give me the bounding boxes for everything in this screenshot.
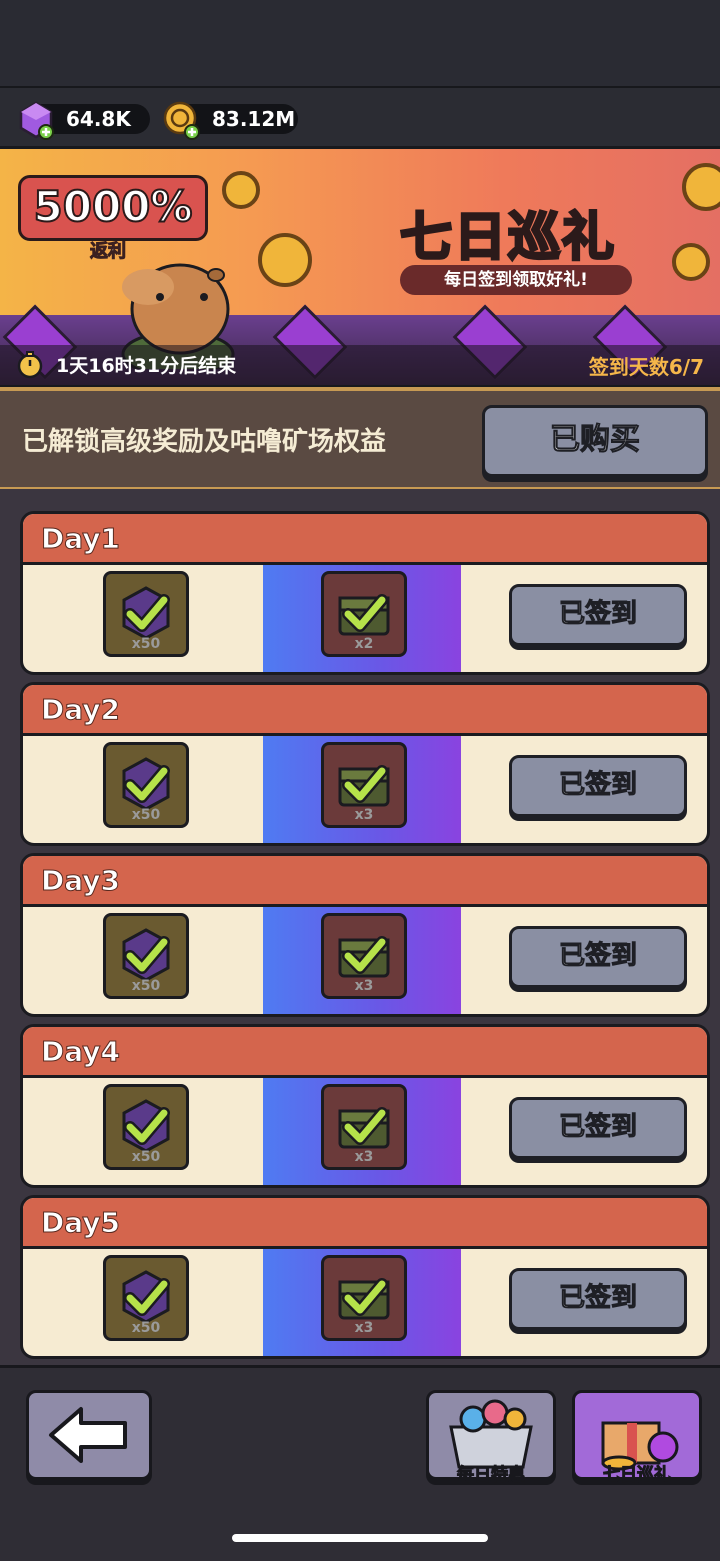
coin-decoration [258,233,312,287]
day-header: Day5 [23,1198,707,1249]
day-header: Day4 [23,1027,707,1078]
premium-reward-slot[interactable]: x3 [321,913,407,999]
day-label: Day3 [40,864,121,898]
back-arrow-icon [49,1407,127,1463]
reward-quantity: x3 [354,978,374,994]
seven-day-label: 七日巡礼 [603,1465,672,1486]
daily-deal-label: 每日特惠 [457,1465,526,1486]
reward-quantity: x3 [354,1320,374,1336]
day-header: Day2 [23,685,707,736]
unlock-text: 已解锁高级奖励及咕噜矿场权益 [22,427,387,457]
bottom-nav-bar: 每日特惠 七日巡礼 [0,1365,720,1561]
day-header: Day1 [23,514,707,565]
day-label: Day1 [40,522,121,556]
timer-row: 1天16时31分后结束 签到天数6/7 [0,345,720,385]
gem-amount: 64.8K [66,107,131,131]
reward-quantity: x50 [131,1320,161,1336]
bonus-badge: 5000% [18,175,208,241]
free-reward-slot[interactable]: x50 [103,742,189,828]
gem-icon [19,101,54,140]
event-title: 七日巡礼 [398,207,617,270]
coin-decoration [672,243,710,281]
seven-day-button[interactable]: 七日巡礼 [572,1390,702,1486]
reward-quantity: x3 [354,1149,374,1165]
day-label: Day5 [40,1206,121,1240]
home-indicator[interactable] [232,1534,488,1542]
event-banner: 5000% 返利 七日巡礼 每日签到领取好礼! 1天16时31分后结束 签到天数… [0,146,720,388]
day-label: Day2 [40,693,121,727]
status-area [0,0,720,86]
reward-quantity: x50 [131,807,161,823]
free-reward-slot[interactable]: x50 [103,1255,189,1341]
coin-decoration [222,171,260,209]
back-button[interactable] [26,1390,152,1480]
signed-in-button[interactable]: 已签到 [509,926,687,988]
signed-in-button[interactable]: 已签到 [509,584,687,646]
coin-icon [163,101,200,140]
daily-deal-button[interactable]: 每日特惠 [426,1390,556,1486]
signin-days-counter: 签到天数6/7 [588,355,704,379]
gem-counter[interactable]: 64.8K [19,101,150,140]
purchased-button[interactable]: 已购买 [482,405,708,477]
reward-quantity: x2 [354,636,374,652]
reward-quantity: x3 [354,807,374,823]
free-reward-slot[interactable]: x50 [103,571,189,657]
signed-in-button[interactable]: 已签到 [509,1097,687,1159]
premium-reward-slot[interactable]: x3 [321,1084,407,1170]
premium-reward-slot[interactable]: x2 [321,571,407,657]
day-card: Day3 x50 x3 已签到 [20,853,710,1017]
coin-counter[interactable]: 83.12M [163,101,298,140]
stopwatch-icon [17,351,43,379]
premium-reward-slot[interactable]: x3 [321,742,407,828]
timer-text: 1天16时31分后结束 [56,355,237,377]
coin-amount: 83.12M [212,107,296,131]
premium-reward-slot[interactable]: x3 [321,1255,407,1341]
reward-quantity: x50 [131,636,161,652]
day-label: Day4 [40,1035,121,1069]
unlock-row: 已解锁高级奖励及咕噜矿场权益 已购买 [0,387,720,491]
currency-bar: 64.8K 83.12M [0,86,720,148]
reward-quantity: x50 [131,1149,161,1165]
day-header: Day3 [23,856,707,907]
reward-quantity: x50 [131,978,161,994]
day-card: Day2 x50 x3 已签到 [20,682,710,846]
signed-in-button[interactable]: 已签到 [509,1268,687,1330]
free-reward-slot[interactable]: x50 [103,913,189,999]
day-card: Day1 x50 x2 已签到 [20,511,710,675]
event-subtitle: 每日签到领取好礼! [400,265,632,295]
coin-decoration [682,163,720,211]
signed-in-button[interactable]: 已签到 [509,755,687,817]
day-list: Day1 x50 x2 已签到 Day2 x50 x3 已签到 Day3 x50… [0,489,720,1365]
day-card: Day4 x50 x3 已签到 [20,1024,710,1188]
day-card: Day5 x50 x3 已签到 [20,1195,710,1359]
free-reward-slot[interactable]: x50 [103,1084,189,1170]
